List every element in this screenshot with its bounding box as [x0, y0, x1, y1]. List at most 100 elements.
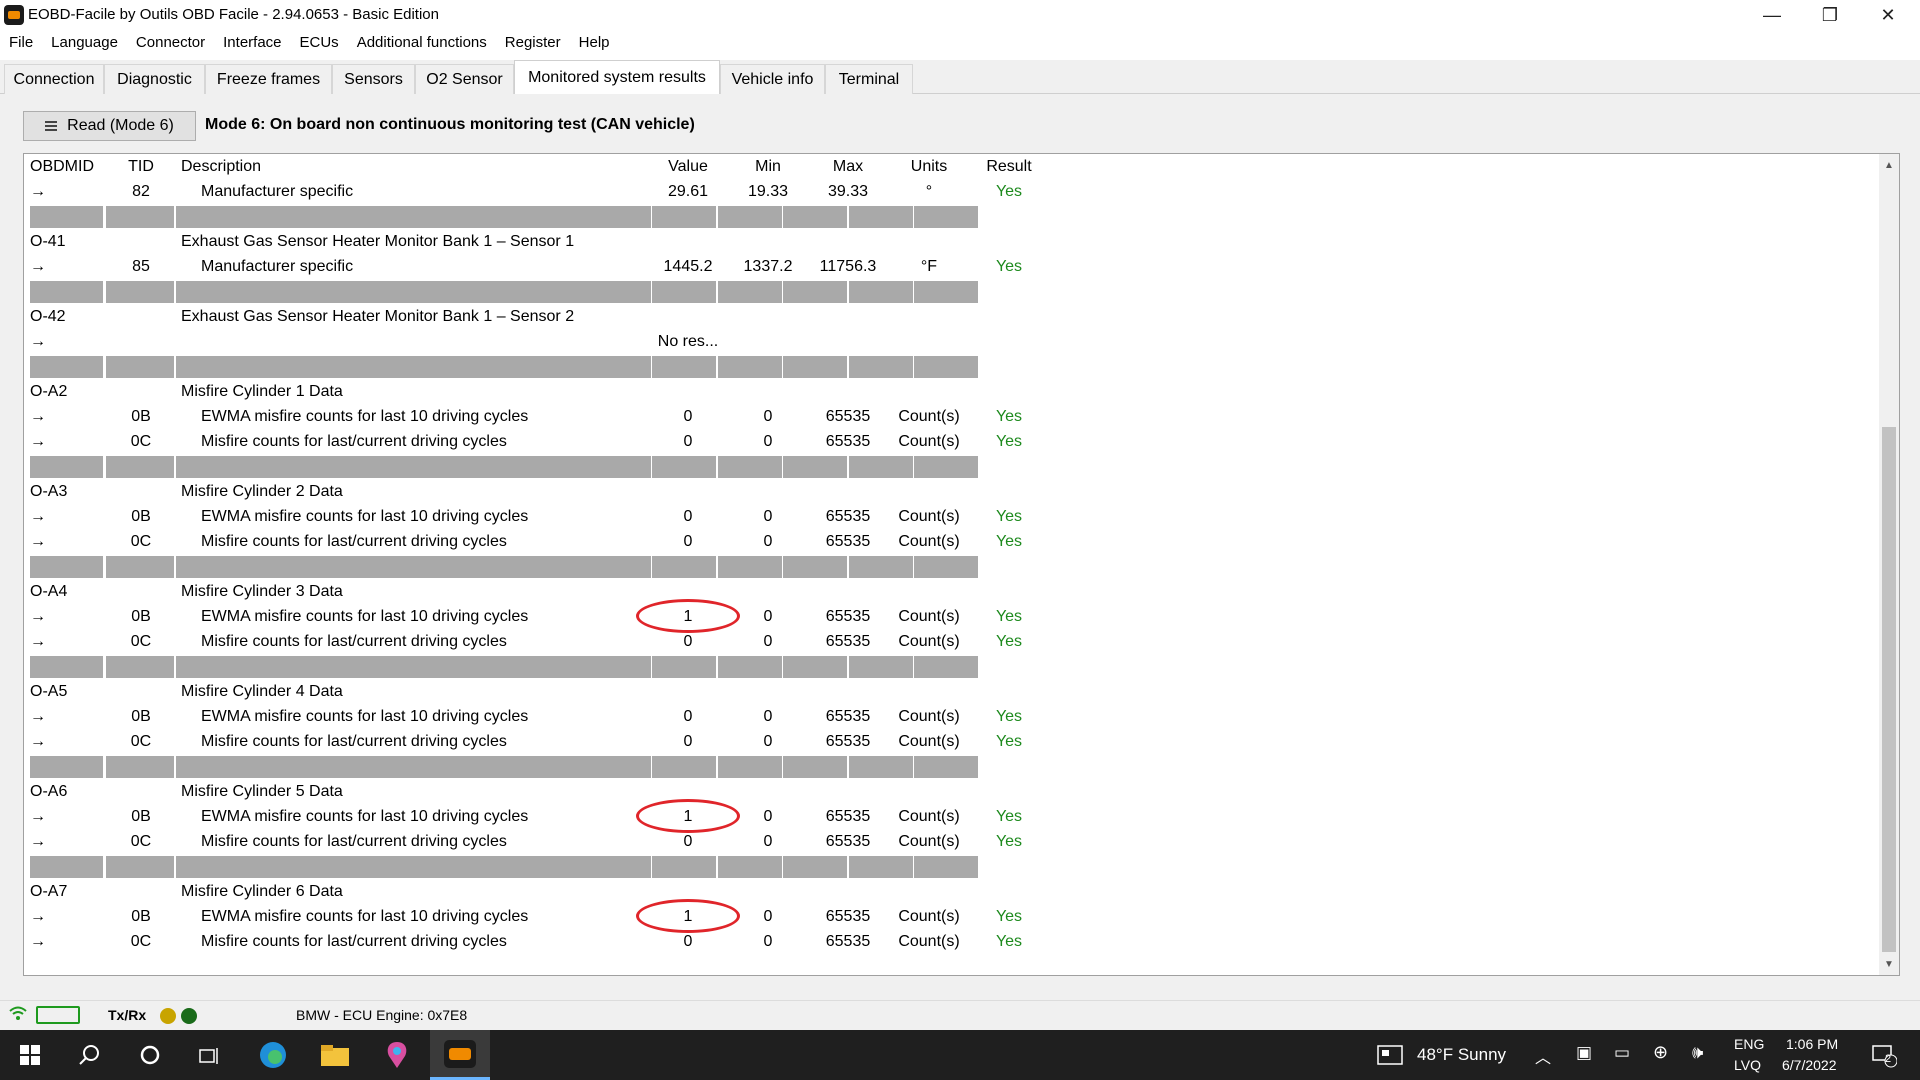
close-button[interactable]: ✕	[1859, 0, 1917, 30]
separator-cell	[718, 356, 782, 378]
volume-icon[interactable]: 🕪	[1692, 1042, 1703, 1063]
col-header-obdmid[interactable]: OBDMID	[30, 154, 100, 179]
weather-text[interactable]: 48°F Sunny	[1417, 1045, 1506, 1065]
value-cell: 0	[683, 733, 693, 750]
read-mode6-button[interactable]: Read (Mode 6)	[23, 111, 196, 141]
scrollbar-thumb[interactable]	[1882, 427, 1896, 952]
scroll-up-arrow-icon[interactable]: ▲	[1879, 156, 1899, 174]
notification-count: 2	[1885, 1053, 1892, 1065]
battery-icon[interactable]: ▭	[1614, 1043, 1630, 1063]
file-explorer-icon[interactable]	[319, 1039, 351, 1071]
separator-cell	[849, 456, 913, 478]
tab-terminal[interactable]: Terminal	[825, 64, 913, 94]
vertical-scrollbar[interactable]: ▲ ▼	[1879, 154, 1899, 975]
separator-cell	[914, 281, 978, 303]
maps-app-icon[interactable]	[381, 1039, 413, 1071]
menu-additional-functions[interactable]: Additional functions	[357, 34, 487, 51]
input-method[interactable]: LVQ	[1734, 1057, 1761, 1073]
tab-vehicle-info[interactable]: Vehicle info	[720, 64, 825, 94]
search-icon[interactable]	[74, 1039, 106, 1071]
obdmid-cell: O-A2	[30, 383, 68, 400]
min-cell	[728, 779, 808, 804]
clock-time[interactable]: 1:06 PM	[1786, 1036, 1838, 1052]
description-cell: Misfire Cylinder 6 Data	[181, 883, 343, 900]
obdmid-cell: →	[30, 433, 46, 450]
tid-cell: 0B	[131, 408, 151, 425]
clock-date[interactable]: 6/7/2022	[1782, 1057, 1837, 1073]
notifications-icon[interactable]	[1868, 1039, 1900, 1071]
separator-cell	[176, 456, 651, 478]
menu-language[interactable]: Language	[51, 34, 118, 51]
units-cell	[889, 579, 969, 604]
col-header-min[interactable]: Min	[728, 154, 808, 179]
description-cell: Misfire counts for last/current driving …	[201, 433, 507, 450]
min-cell	[728, 229, 808, 254]
min-cell: 0	[763, 633, 773, 650]
max-cell: 65535	[825, 833, 871, 850]
obdmid-cell: O-A3	[30, 483, 68, 500]
col-header-units[interactable]: Units	[889, 154, 969, 179]
col-header-tid[interactable]: TID	[106, 154, 176, 179]
obdmid-cell: →	[30, 333, 46, 350]
col-header-value[interactable]: Value	[648, 154, 728, 179]
eobd-facile-taskbar-button[interactable]	[430, 1030, 490, 1080]
tid-cell: 0C	[130, 633, 152, 650]
result-cell: Yes	[995, 733, 1023, 750]
minimize-button[interactable]: —	[1743, 0, 1801, 30]
result-cell: Yes	[995, 533, 1023, 550]
separator-cell	[718, 206, 782, 228]
col-header-max[interactable]: Max	[808, 154, 888, 179]
obdmid-cell: →	[30, 808, 46, 825]
separator-cell	[783, 456, 847, 478]
col-header-result[interactable]: Result	[969, 154, 1049, 179]
tab-sensors[interactable]: Sensors	[332, 64, 415, 94]
min-cell: 0	[763, 533, 773, 550]
separator-cell	[849, 656, 913, 678]
task-view-icon[interactable]	[194, 1039, 226, 1071]
tab-connection[interactable]: Connection	[4, 64, 104, 94]
menu-file[interactable]: File	[9, 34, 33, 51]
value-cell: 1	[683, 608, 693, 625]
obdmid-cell: →	[30, 908, 46, 925]
menu-connector[interactable]: Connector	[136, 34, 205, 51]
units-cell: Count(s)	[898, 433, 960, 450]
units-cell: °	[925, 183, 933, 200]
result-cell	[969, 229, 1049, 254]
separator-cell	[652, 281, 716, 303]
result-cell	[969, 379, 1049, 404]
tab-diagnostic[interactable]: Diagnostic	[104, 64, 205, 94]
menu-help[interactable]: Help	[579, 34, 610, 51]
separator-cell	[914, 656, 978, 678]
news-widget-icon[interactable]	[1376, 1039, 1404, 1071]
description-cell: EWMA misfire counts for last 10 driving …	[201, 808, 529, 825]
value-cell: 0	[683, 433, 693, 450]
menu-register[interactable]: Register	[505, 34, 561, 51]
result-cell: Yes	[995, 508, 1023, 525]
results-grid[interactable]: OBDMID TID Description Value Min Max Uni…	[23, 153, 1900, 976]
tab-monitored-system-results[interactable]: Monitored system results	[514, 60, 720, 95]
description-cell: Misfire Cylinder 1 Data	[181, 383, 343, 400]
maximize-button[interactable]: ❐	[1801, 0, 1859, 30]
col-header-description[interactable]: Description	[181, 154, 671, 179]
tid-cell	[106, 304, 176, 329]
network-globe-icon[interactable]: ⊕	[1653, 1042, 1668, 1063]
min-cell: 0	[763, 708, 773, 725]
input-language[interactable]: ENG	[1734, 1036, 1764, 1052]
menu-ecus[interactable]: ECUs	[300, 34, 339, 51]
edge-browser-icon[interactable]	[257, 1039, 289, 1071]
min-cell: 0	[763, 608, 773, 625]
meet-now-icon[interactable]: ▣	[1576, 1043, 1592, 1063]
separator-cell	[914, 756, 978, 778]
tab-o2-sensor[interactable]: O2 Sensor	[415, 64, 514, 94]
menu-interface[interactable]: Interface	[223, 34, 281, 51]
hidden-icons-chevron-icon[interactable]: ︿	[1535, 1044, 1551, 1068]
separator-cell	[30, 456, 103, 478]
scroll-down-arrow-icon[interactable]: ▼	[1879, 955, 1899, 973]
tab-freeze-frames[interactable]: Freeze frames	[205, 64, 332, 94]
description-cell: Misfire Cylinder 4 Data	[181, 683, 343, 700]
cortana-icon[interactable]	[134, 1039, 166, 1071]
min-cell: 0	[763, 808, 773, 825]
windows-start-icon[interactable]	[14, 1039, 46, 1071]
description-cell: EWMA misfire counts for last 10 driving …	[201, 408, 529, 425]
separator-cell	[849, 756, 913, 778]
